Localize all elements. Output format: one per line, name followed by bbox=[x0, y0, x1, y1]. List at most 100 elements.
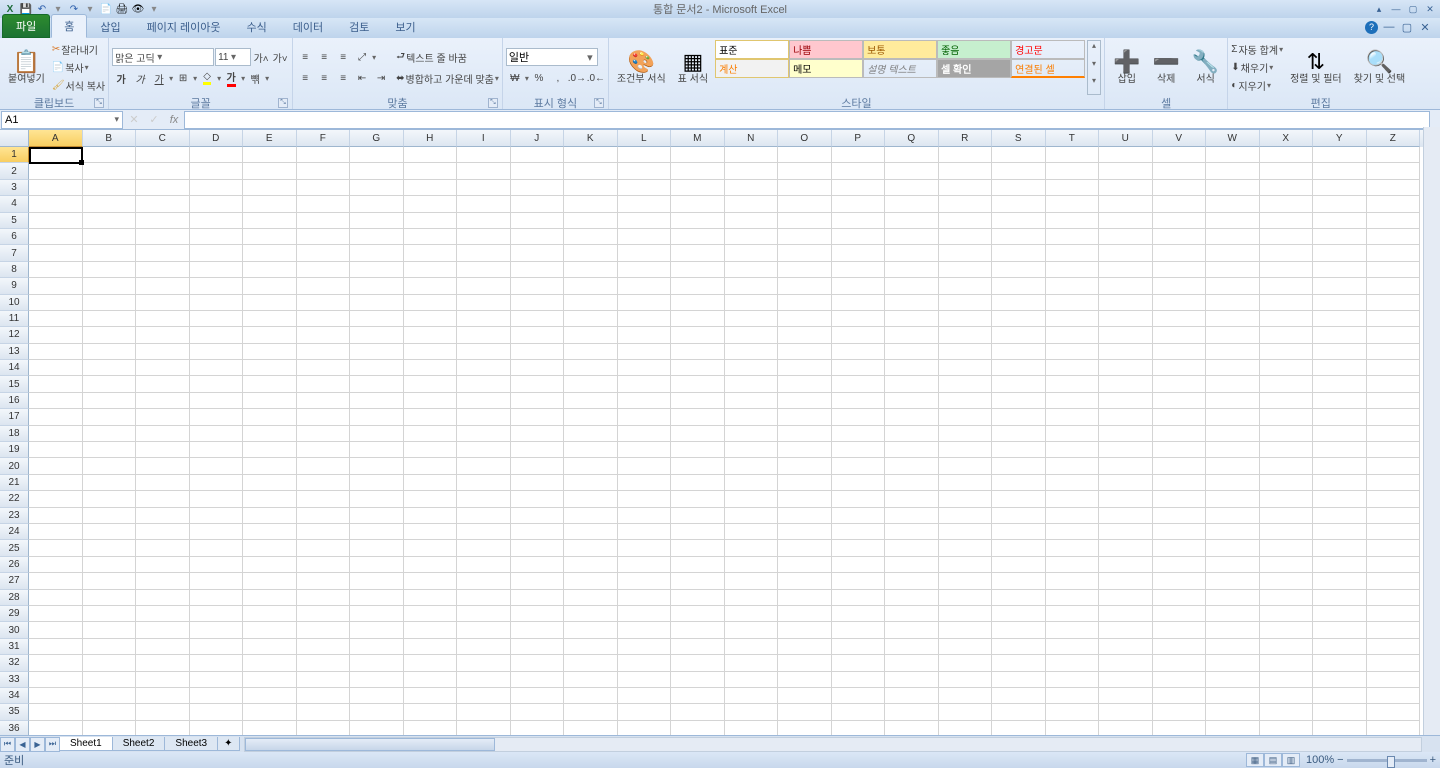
cell[interactable] bbox=[190, 426, 244, 442]
cell[interactable] bbox=[939, 180, 993, 196]
cell[interactable] bbox=[1260, 278, 1314, 294]
cell[interactable] bbox=[992, 622, 1046, 638]
cell[interactable] bbox=[457, 213, 511, 229]
row-header[interactable]: 2 bbox=[0, 163, 29, 179]
currency-button[interactable]: ₩ bbox=[506, 69, 524, 87]
cell[interactable] bbox=[885, 540, 939, 556]
cell[interactable] bbox=[778, 229, 832, 245]
cell[interactable] bbox=[885, 147, 939, 163]
cell[interactable] bbox=[885, 180, 939, 196]
cell[interactable] bbox=[832, 573, 886, 589]
cell[interactable] bbox=[1313, 475, 1367, 491]
cell[interactable] bbox=[885, 344, 939, 360]
cell[interactable] bbox=[404, 376, 458, 392]
cell[interactable] bbox=[1367, 147, 1421, 163]
cell[interactable] bbox=[564, 311, 618, 327]
cell[interactable] bbox=[671, 344, 725, 360]
cell[interactable] bbox=[1153, 639, 1207, 655]
cell[interactable] bbox=[778, 147, 832, 163]
cell[interactable] bbox=[29, 196, 83, 212]
cell[interactable] bbox=[992, 295, 1046, 311]
cell[interactable] bbox=[136, 622, 190, 638]
cell[interactable] bbox=[136, 606, 190, 622]
cell[interactable] bbox=[1046, 524, 1100, 540]
cell[interactable] bbox=[404, 213, 458, 229]
cell[interactable] bbox=[725, 524, 779, 540]
style-note[interactable]: 메모 bbox=[789, 59, 863, 78]
cell[interactable] bbox=[404, 590, 458, 606]
style-warning[interactable]: 경고문 bbox=[1011, 40, 1085, 59]
cell[interactable] bbox=[243, 295, 297, 311]
row-header[interactable]: 21 bbox=[0, 475, 29, 491]
cell[interactable] bbox=[136, 360, 190, 376]
tab-view[interactable]: 보기 bbox=[382, 15, 428, 38]
cell[interactable] bbox=[939, 606, 993, 622]
cell[interactable] bbox=[1313, 442, 1367, 458]
cell[interactable] bbox=[136, 163, 190, 179]
cell[interactable] bbox=[992, 245, 1046, 261]
cell[interactable] bbox=[457, 196, 511, 212]
cell[interactable] bbox=[1367, 688, 1421, 704]
cell[interactable] bbox=[885, 704, 939, 720]
tab-review[interactable]: 검토 bbox=[336, 15, 382, 38]
cell[interactable] bbox=[243, 442, 297, 458]
cell[interactable] bbox=[350, 409, 404, 425]
cell[interactable] bbox=[1367, 442, 1421, 458]
cell[interactable] bbox=[1313, 393, 1367, 409]
cell[interactable] bbox=[992, 344, 1046, 360]
cell[interactable] bbox=[1046, 721, 1100, 735]
cell[interactable] bbox=[564, 721, 618, 735]
cell[interactable] bbox=[1260, 557, 1314, 573]
cell[interactable] bbox=[671, 458, 725, 474]
cell[interactable] bbox=[939, 311, 993, 327]
cell[interactable] bbox=[1260, 344, 1314, 360]
cell[interactable] bbox=[190, 573, 244, 589]
cell[interactable] bbox=[511, 327, 565, 343]
fill-button[interactable]: ⬇채우기▾ bbox=[1231, 59, 1283, 77]
cell[interactable] bbox=[1313, 688, 1367, 704]
col-header[interactable]: R bbox=[939, 130, 993, 147]
cell[interactable] bbox=[1153, 688, 1207, 704]
cell[interactable] bbox=[1206, 655, 1260, 671]
cell[interactable] bbox=[243, 360, 297, 376]
cell[interactable] bbox=[1206, 245, 1260, 261]
cell[interactable] bbox=[243, 426, 297, 442]
cell[interactable] bbox=[564, 655, 618, 671]
cell[interactable] bbox=[939, 213, 993, 229]
row-header[interactable]: 1 bbox=[0, 147, 29, 163]
minimize-ribbon-icon[interactable]: ▴ bbox=[1371, 3, 1387, 15]
cell[interactable] bbox=[1153, 458, 1207, 474]
cell[interactable] bbox=[939, 590, 993, 606]
cell[interactable] bbox=[832, 229, 886, 245]
cell[interactable] bbox=[832, 163, 886, 179]
cell[interactable] bbox=[564, 475, 618, 491]
cell[interactable] bbox=[1313, 491, 1367, 507]
style-scroll-up[interactable]: ▴ bbox=[1088, 41, 1100, 59]
cell[interactable] bbox=[1153, 262, 1207, 278]
cell[interactable] bbox=[190, 311, 244, 327]
cell[interactable] bbox=[297, 360, 351, 376]
cell[interactable] bbox=[1046, 590, 1100, 606]
cell[interactable] bbox=[243, 704, 297, 720]
cell[interactable] bbox=[457, 557, 511, 573]
cell[interactable] bbox=[350, 360, 404, 376]
cell[interactable] bbox=[1046, 213, 1100, 229]
cell[interactable] bbox=[564, 704, 618, 720]
cell[interactable] bbox=[885, 295, 939, 311]
cell[interactable] bbox=[350, 524, 404, 540]
cell[interactable] bbox=[671, 245, 725, 261]
cell[interactable] bbox=[457, 409, 511, 425]
cell[interactable] bbox=[83, 458, 137, 474]
cell[interactable] bbox=[1260, 606, 1314, 622]
indent-increase-button[interactable]: ⇥ bbox=[372, 69, 390, 87]
cell[interactable] bbox=[1313, 557, 1367, 573]
cell[interactable] bbox=[1153, 344, 1207, 360]
cell[interactable] bbox=[1046, 147, 1100, 163]
cell[interactable] bbox=[1099, 163, 1153, 179]
cell[interactable] bbox=[939, 721, 993, 735]
cell[interactable] bbox=[136, 196, 190, 212]
cell[interactable] bbox=[1046, 229, 1100, 245]
cell[interactable] bbox=[29, 704, 83, 720]
cell[interactable] bbox=[564, 491, 618, 507]
cell[interactable] bbox=[136, 426, 190, 442]
